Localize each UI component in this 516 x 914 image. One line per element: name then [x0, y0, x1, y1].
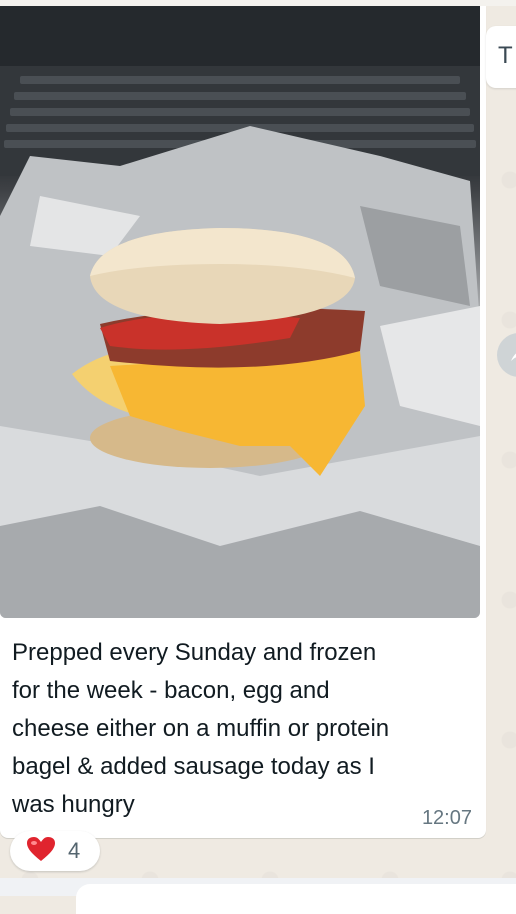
forward-button[interactable] [497, 333, 516, 377]
reaction-pill[interactable]: 4 [10, 831, 100, 871]
adjacent-message-text: T [498, 42, 513, 69]
forward-icon [497, 353, 516, 381]
adjacent-message-bubble[interactable]: T [486, 26, 516, 88]
heart-icon [26, 836, 56, 867]
message-caption: Prepped every Sunday and frozen for the … [12, 639, 390, 818]
message-timestamp: 12:07 [421, 807, 472, 829]
reaction-count: 4 [68, 838, 81, 863]
message-photo[interactable] [0, 6, 480, 618]
photo-illustration [0, 6, 480, 618]
incoming-message-bubble[interactable]: Prepped every Sunday and frozen for the … [0, 6, 486, 838]
message-input[interactable] [76, 884, 516, 914]
